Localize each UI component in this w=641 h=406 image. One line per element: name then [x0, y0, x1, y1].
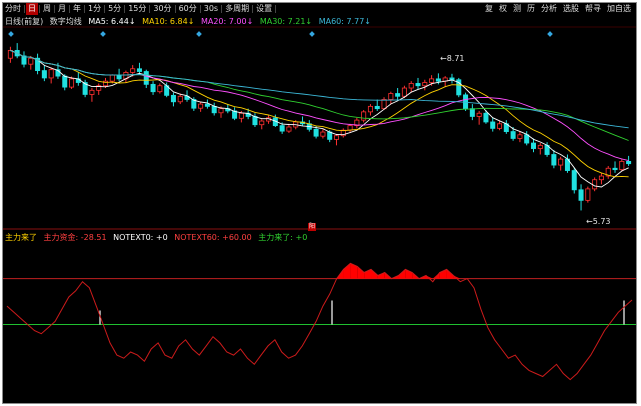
chart-window: 分时日周月年 1分 5分 15分 30分 60分 30s 多周期 设置复权测历分析 选股 帮寻 加自选… — [2, 2, 637, 404]
candle-body — [286, 126, 292, 132]
candle-body — [361, 111, 367, 121]
low-price-label: ←5.73 — [586, 217, 611, 226]
candle-body — [170, 94, 176, 103]
candle-body — [449, 77, 455, 81]
candle-body — [48, 69, 54, 79]
candle-body — [517, 134, 523, 139]
candle-body — [469, 108, 475, 117]
low-price-value: 5.73 — [592, 217, 611, 226]
candle-body — [136, 68, 142, 72]
ma60-line — [10, 49, 629, 129]
candle-body — [435, 78, 441, 82]
ind-legend-2: 主力资金: -28.51 — [43, 233, 107, 242]
candle-body — [510, 131, 516, 139]
candle-body — [62, 75, 68, 88]
high-price-label: ←8.71 — [440, 54, 465, 63]
candle-body — [150, 83, 156, 93]
candle-body — [7, 50, 13, 59]
candle-body — [490, 121, 496, 129]
candle-body — [408, 83, 414, 89]
candle-body — [28, 57, 34, 65]
candle-body — [483, 112, 489, 123]
candle-body — [130, 68, 136, 73]
candle-body — [238, 112, 244, 119]
ma30-line — [10, 49, 629, 141]
candle-body — [116, 74, 122, 80]
candle-body — [252, 116, 258, 126]
candle-body — [109, 74, 115, 82]
candle-body — [578, 189, 584, 201]
ind-legend-1: 主力来了 — [5, 233, 37, 242]
candle-body — [381, 99, 387, 110]
candle-body — [388, 93, 394, 100]
candle-body — [279, 125, 285, 132]
candle-body — [598, 175, 604, 181]
candle-body — [537, 144, 543, 149]
candle-body — [157, 85, 163, 93]
candle-body — [374, 105, 380, 110]
high-price-value: 8.71 — [446, 54, 465, 63]
candle-body — [89, 89, 95, 95]
high-price-prefix: ← — [440, 54, 447, 63]
candle-body — [218, 108, 224, 114]
low-price-prefix: ← — [586, 217, 593, 226]
ind-legend-5: 主力来了: +0 — [258, 233, 308, 242]
candle-body — [476, 112, 482, 117]
candle-body — [558, 158, 564, 166]
candle-body — [524, 134, 530, 144]
candle-body — [422, 82, 428, 87]
candle-body — [551, 154, 557, 166]
strength-fill-area — [357, 266, 365, 279]
candle-body — [41, 70, 47, 79]
candle-body — [619, 160, 625, 171]
candle-body — [177, 95, 183, 103]
candle-body — [592, 179, 598, 190]
candle-body — [327, 131, 333, 140]
indicator-line — [6, 262, 633, 381]
candle-body — [612, 167, 618, 171]
candle-body — [313, 128, 319, 137]
ind-legend-3: NOTEXT0: +0 — [113, 233, 168, 242]
candle-body — [320, 131, 326, 137]
candle-body — [259, 120, 265, 126]
candle-body — [367, 105, 373, 113]
ind-legend-4: NOTEXT60: +60.00 — [174, 233, 252, 242]
signal-marker[interactable]: 阳 — [308, 223, 316, 231]
candle-body — [585, 188, 591, 201]
candle-body — [143, 71, 149, 85]
indicator-legend: 主力来了 主力资金: -28.51 NOTEXT0: +0 NOTEXT60: … — [5, 232, 311, 243]
candle-body — [429, 78, 435, 83]
candle-body — [626, 160, 632, 165]
strength-fill-area — [343, 263, 351, 279]
candle-body — [415, 83, 421, 87]
candle-body — [333, 135, 339, 140]
candle-body — [530, 142, 537, 149]
candle-body — [204, 103, 210, 107]
candle-body — [69, 78, 75, 88]
candle-body — [571, 170, 577, 191]
candle-body — [211, 105, 217, 114]
candle-body — [497, 123, 503, 129]
kline-chart[interactable] — [3, 3, 636, 403]
candle-body — [395, 93, 401, 97]
ma10-line — [10, 49, 629, 178]
candle-body — [401, 87, 407, 97]
candle-body — [198, 103, 204, 109]
